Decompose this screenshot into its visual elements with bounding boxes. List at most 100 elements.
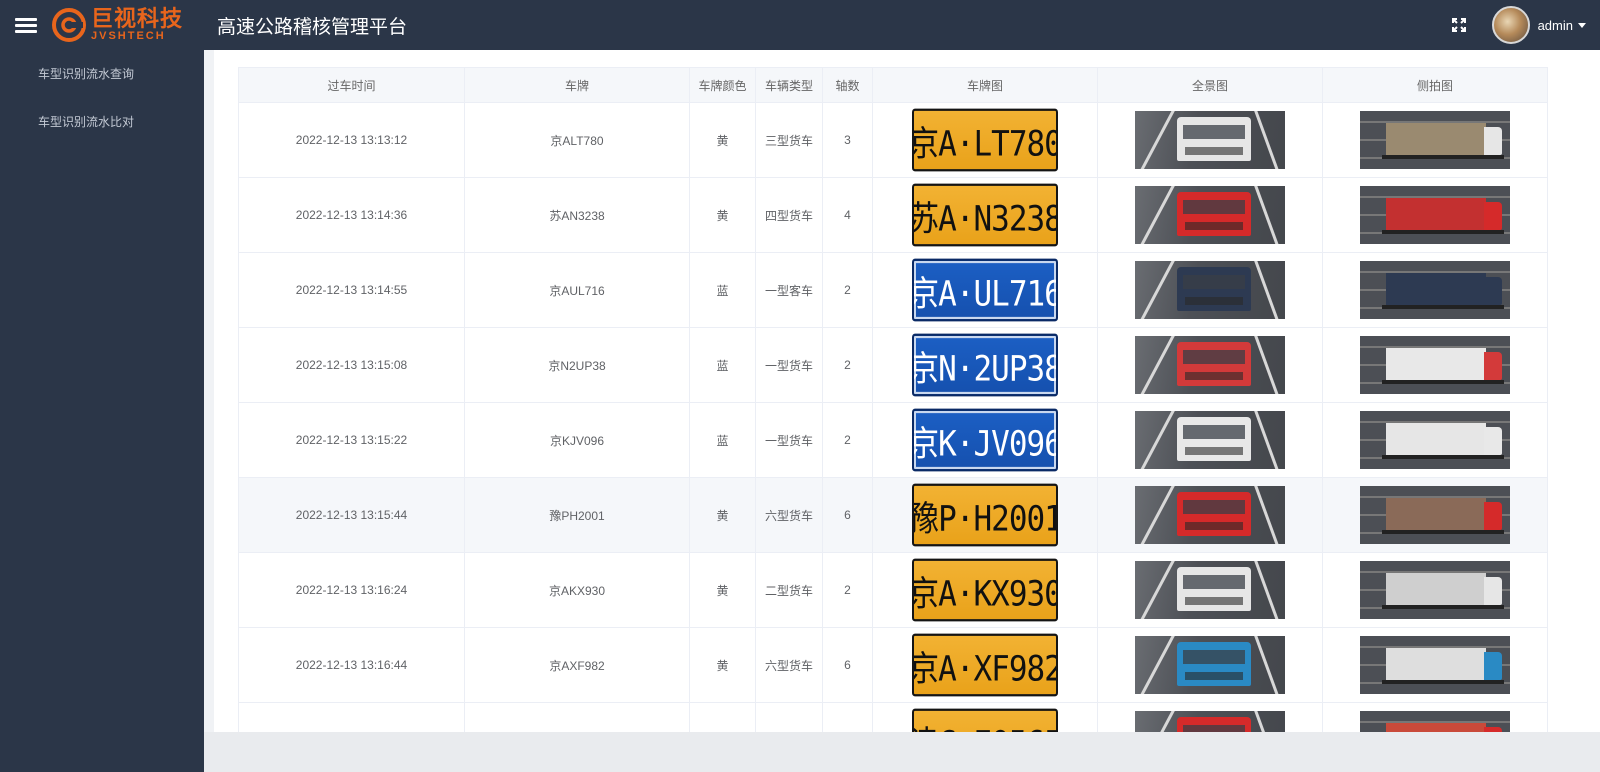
cell-axles: 2 [822, 552, 873, 628]
cell-vehicle-type: 二型货车 [755, 552, 823, 628]
side-image[interactable] [1360, 336, 1510, 394]
cell-plate: 京AKX930 [464, 552, 690, 628]
side-image[interactable] [1360, 186, 1510, 244]
records-table: 过车时间 车牌 车牌颜色 车辆类型 轴数 车牌图 全景图 侧拍图 2022-12… [238, 67, 1548, 732]
logo-text-cn: 巨视科技 [91, 6, 184, 31]
sidebar: 车型识别流水查询 车型识别流水比对 [0, 50, 204, 772]
side-image[interactable] [1360, 111, 1510, 169]
cell-plate: 京KJV096 [464, 402, 690, 478]
logo-text-en: JVSHTECH [91, 30, 166, 42]
cell-plate: 豫PH2001 [464, 477, 690, 553]
cell-plate-color: 蓝 [689, 402, 756, 478]
cell-time: 2022-12-13 13:15:22 [238, 402, 465, 478]
table-row[interactable]: 2022-12-13 13:16:56津CE0565黄二型货车2 津C·E0565 [238, 702, 1548, 732]
cell-axles: 6 [822, 477, 873, 553]
plate-image[interactable]: 京N·2UP38 [912, 333, 1058, 397]
cell-vehicle-type: 一型客车 [755, 252, 823, 328]
cell-time: 2022-12-13 13:14:36 [238, 177, 465, 253]
plate-image[interactable]: 京A·XF982 [912, 633, 1058, 697]
plate-image[interactable]: 津C·E0565 [912, 708, 1058, 732]
side-image[interactable] [1360, 411, 1510, 469]
panorama-image[interactable] [1135, 561, 1285, 619]
plate-image[interactable]: 苏A·N3238 [912, 183, 1058, 247]
panorama-image[interactable] [1135, 411, 1285, 469]
panorama-image[interactable] [1135, 636, 1285, 694]
table-row[interactable]: 2022-12-13 13:15:08 京N2UP38 蓝一型货车 2 京N·2UP38 [238, 327, 1548, 403]
cell-plate-color: 黄 [689, 552, 756, 628]
top-bar: 巨视科技 JVSHTECH 高速公路稽核管理平台 admin [0, 0, 1600, 50]
panorama-image[interactable] [1135, 711, 1285, 732]
plate-image[interactable]: 京A·KX930 [912, 558, 1058, 622]
panorama-image[interactable] [1135, 261, 1285, 319]
table-row[interactable]: 2022-12-13 13:16:24 京AKX930 黄二型货车 2 京A·KX930 [238, 552, 1548, 628]
col-header-plate-image: 车牌图 [872, 67, 1098, 103]
cell-vehicle-type: 一型货车 [755, 402, 823, 478]
col-header-side-photo: 侧拍图 [1322, 67, 1548, 103]
cell-plate-color: 黄 [689, 102, 756, 178]
cell-axles: 6 [822, 627, 873, 703]
side-image[interactable] [1360, 261, 1510, 319]
table-row[interactable]: 2022-12-13 13:14:55 京AUL716 蓝一型客车 2 京A·UL716 [238, 252, 1548, 328]
cell-time: 2022-12-13 13:16:44 [238, 627, 465, 703]
cell-time: 2022-12-13 13:16:56 [238, 702, 465, 732]
cell-vehicle-type: 三型货车 [755, 102, 823, 178]
chevron-down-icon[interactable] [1578, 22, 1586, 28]
table-row[interactable]: 2022-12-13 13:15:22 京KJV096 蓝一型货车 2 京K·JV096 [238, 402, 1548, 478]
logo-icon [51, 7, 87, 43]
cell-axles: 3 [822, 102, 873, 178]
panorama-image[interactable] [1135, 336, 1285, 394]
panorama-image[interactable] [1135, 186, 1285, 244]
cell-time: 2022-12-13 13:15:44 [238, 477, 465, 553]
cell-plate: 津CE0565 [464, 702, 690, 732]
cell-plate: 京AXF982 [464, 627, 690, 703]
side-image[interactable] [1360, 711, 1510, 732]
cell-plate-color: 蓝 [689, 327, 756, 403]
fullscreen-icon[interactable] [1451, 18, 1466, 32]
table-row[interactable]: 2022-12-13 13:15:44 豫PH2001 黄六型货车 6 豫P·H2001 [238, 477, 1548, 553]
side-image[interactable] [1360, 486, 1510, 544]
cell-time: 2022-12-13 13:13:12 [238, 102, 465, 178]
col-header-time: 过车时间 [238, 67, 465, 103]
panorama-image[interactable] [1135, 111, 1285, 169]
cell-axles: 2 [822, 702, 873, 732]
avatar[interactable] [1491, 6, 1530, 44]
logo: 巨视科技 JVSHTECH [51, 7, 183, 43]
sidebar-item-query[interactable]: 车型识别流水查询 [0, 50, 204, 98]
side-image[interactable] [1360, 561, 1510, 619]
user-name[interactable]: admin [1538, 18, 1573, 33]
plate-image[interactable]: 京K·JV096 [912, 408, 1058, 472]
cell-plate-color: 黄 [689, 627, 756, 703]
table-header-row: 过车时间 车牌 车牌颜色 车辆类型 轴数 车牌图 全景图 侧拍图 [238, 67, 1548, 103]
side-image[interactable] [1360, 636, 1510, 694]
cell-axles: 2 [822, 252, 873, 328]
panorama-image[interactable] [1135, 486, 1285, 544]
col-header-axles: 轴数 [822, 67, 873, 103]
table-row[interactable]: 2022-12-13 13:13:12 京ALT780 黄三型货车 3 京A·LT780 [238, 102, 1548, 178]
plate-image[interactable]: 京A·UL716 [912, 258, 1058, 322]
table-row[interactable]: 2022-12-13 13:16:44 京AXF982 黄六型货车 6 京A·XF982 [238, 627, 1548, 703]
table-panel: 过车时间 车牌 车牌颜色 车辆类型 轴数 车牌图 全景图 侧拍图 2022-12… [214, 50, 1600, 732]
col-header-plate: 车牌 [464, 67, 690, 103]
cell-vehicle-type: 六型货车 [755, 627, 823, 703]
table-row[interactable]: 2022-12-13 13:14:36 苏AN3238 黄四型货车 4 苏A·N3238 [238, 177, 1548, 253]
col-header-panorama: 全景图 [1097, 67, 1323, 103]
plate-image[interactable]: 豫P·H2001 [912, 483, 1058, 547]
cell-axles: 2 [822, 327, 873, 403]
cell-plate-color: 蓝 [689, 252, 756, 328]
cell-vehicle-type: 四型货车 [755, 177, 823, 253]
cell-plate-color: 黄 [689, 702, 756, 732]
plate-image[interactable]: 京A·LT780 [912, 108, 1058, 172]
bottom-bar [204, 732, 1600, 772]
sidebar-item-compare[interactable]: 车型识别流水比对 [0, 98, 204, 146]
cell-axles: 2 [822, 402, 873, 478]
cell-plate: 京ALT780 [464, 102, 690, 178]
cell-plate-color: 黄 [689, 177, 756, 253]
cell-plate: 苏AN3238 [464, 177, 690, 253]
main-content: 过车时间 车牌 车牌颜色 车辆类型 轴数 车牌图 全景图 侧拍图 2022-12… [204, 50, 1600, 732]
cell-vehicle-type: 六型货车 [755, 477, 823, 553]
cell-axles: 4 [822, 177, 873, 253]
menu-icon[interactable] [15, 0, 37, 50]
cell-time: 2022-12-13 13:14:55 [238, 252, 465, 328]
col-header-vehicle-type: 车辆类型 [755, 67, 823, 103]
cell-plate: 京N2UP38 [464, 327, 690, 403]
